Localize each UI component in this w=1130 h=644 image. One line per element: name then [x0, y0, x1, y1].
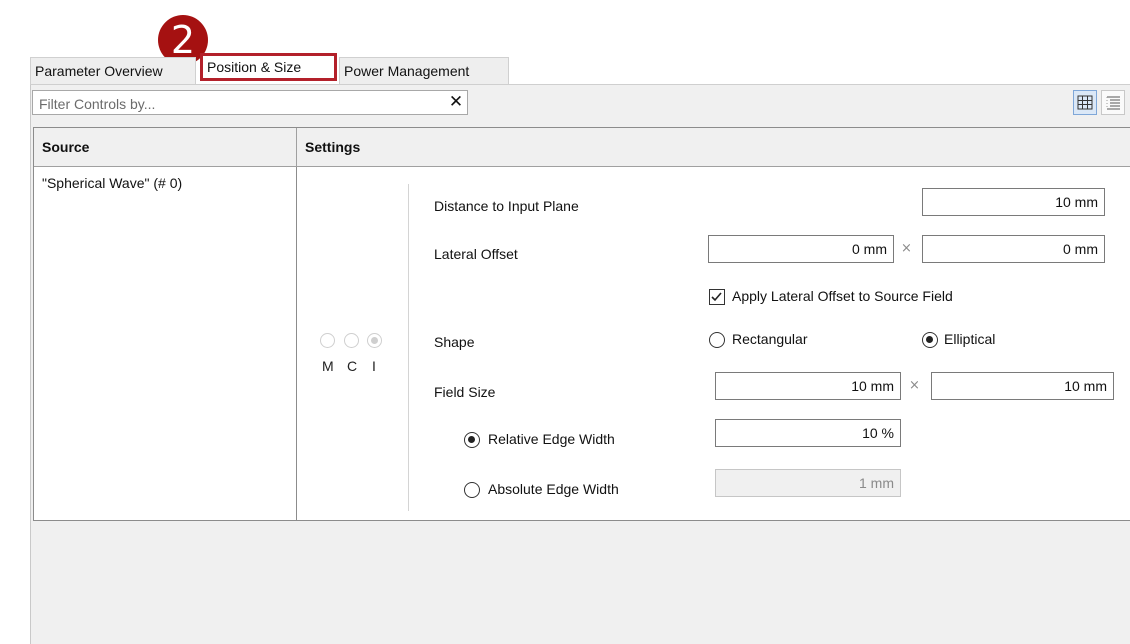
- lateral-offset-x-input[interactable]: 0 mm: [708, 235, 894, 263]
- apply-offset-checkbox[interactable]: [709, 289, 725, 305]
- mode-c-radio[interactable]: [344, 333, 359, 348]
- mode-i-label: I: [372, 358, 376, 374]
- filter-controls-field: ✕: [32, 90, 468, 115]
- grid-view-icon[interactable]: [1073, 90, 1097, 115]
- relative-edge-width-radio[interactable]: [464, 432, 480, 448]
- shape-label: Shape: [434, 334, 475, 350]
- relative-edge-width-label[interactable]: Relative Edge Width: [488, 431, 615, 447]
- tab-parameter-overview[interactable]: Parameter Overview: [30, 57, 196, 84]
- apply-offset-label[interactable]: Apply Lateral Offset to Source Field: [732, 288, 953, 304]
- shape-rectangular-radio[interactable]: [709, 332, 725, 348]
- field-size-x-input[interactable]: 10 mm: [715, 372, 901, 400]
- times-icon: ×: [901, 241, 912, 256]
- absolute-edge-width-radio[interactable]: [464, 482, 480, 498]
- source-item-spherical-wave[interactable]: "Spherical Wave" (# 0): [42, 175, 182, 191]
- lateral-offset-y-input[interactable]: 0 mm: [922, 235, 1105, 263]
- field-size-label: Field Size: [434, 384, 496, 400]
- distance-input[interactable]: 10 mm: [922, 188, 1105, 216]
- times-icon: ×: [909, 378, 920, 393]
- filter-controls-input[interactable]: [37, 93, 431, 114]
- absolute-edge-width-input: 1 mm: [715, 469, 901, 497]
- column-header-source[interactable]: Source: [34, 128, 297, 166]
- list-view-icon[interactable]: [1101, 90, 1125, 115]
- settings-vertical-divider: [408, 184, 409, 511]
- distance-label: Distance to Input Plane: [434, 198, 579, 214]
- mode-m-label: M: [322, 358, 334, 374]
- shape-elliptical-radio[interactable]: [922, 332, 938, 348]
- column-header-settings[interactable]: Settings: [297, 128, 1130, 166]
- field-size-y-input[interactable]: 10 mm: [931, 372, 1114, 400]
- source-settings-table: Source Settings "Spherical Wave" (# 0) M…: [33, 127, 1130, 521]
- clear-filter-icon[interactable]: ✕: [443, 91, 469, 114]
- absolute-edge-width-label[interactable]: Absolute Edge Width: [488, 481, 619, 497]
- mode-i-radio[interactable]: [367, 333, 382, 348]
- relative-edge-width-input[interactable]: 10 %: [715, 419, 901, 447]
- lateral-offset-label: Lateral Offset: [434, 246, 518, 262]
- tab-position-and-size[interactable]: Position & Size: [200, 53, 337, 81]
- mode-m-radio[interactable]: [320, 333, 335, 348]
- shape-elliptical-label[interactable]: Elliptical: [944, 331, 995, 347]
- table-header-row: Source Settings: [34, 128, 1130, 167]
- tab-power-management[interactable]: Power Management: [339, 57, 509, 84]
- shape-rectangular-label[interactable]: Rectangular: [732, 331, 808, 347]
- source-column: "Spherical Wave" (# 0): [34, 167, 297, 521]
- tab-strip-divider: [30, 84, 1130, 85]
- mode-c-label: C: [347, 358, 358, 374]
